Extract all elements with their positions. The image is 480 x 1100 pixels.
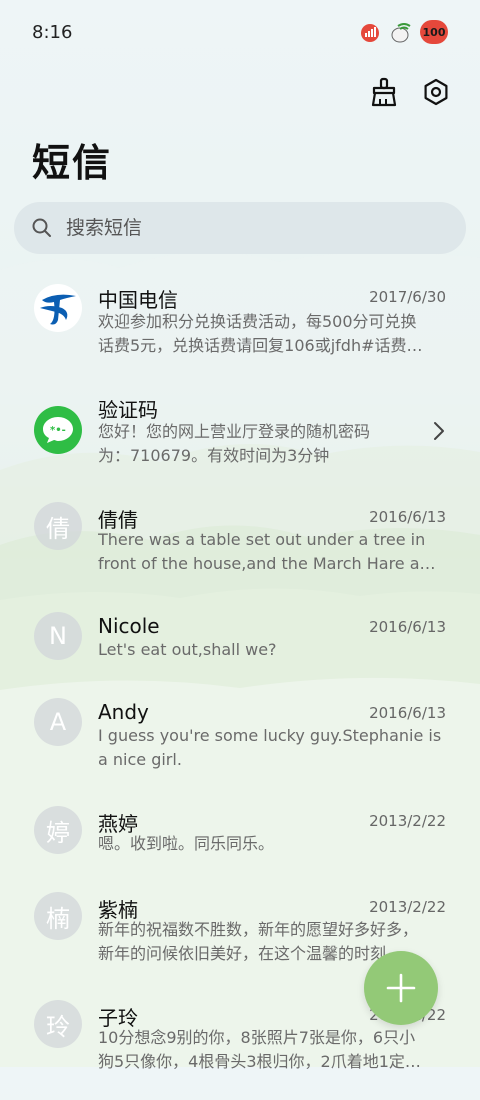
avatar: N [34,612,82,660]
conversation-row[interactable]: *•- 验证码 您好！您的网上营业厅登录的随机密码 为：710679。有效时间为… [0,392,480,492]
conversation-row[interactable]: 中国电信 2017/6/30 欢迎参加积分兑换话费活动，每500分可兑换 话费5… [0,282,480,382]
preview-line: 狗5只像你，4根骨头3根归你，2爪着地1定… [98,1052,421,1071]
preview-line: 10分想念9别的你，8张照片7张是你，6只小 [98,1028,416,1047]
conversation-row[interactable]: 婷 燕婷 2013/2/22 嗯。收到啦。同乐同乐。 [0,806,480,906]
conversation-name: Nicole [98,614,160,638]
new-message-button[interactable] [364,951,438,1025]
conversation-preview: 嗯。收到啦。同乐同乐。 [98,832,444,856]
message-avatar: *•- [34,406,82,454]
preview-line: There was a table set out under a tree i… [98,530,426,549]
page-title: 短信 [32,141,113,185]
preview-line: 欢迎参加积分兑换话费活动，每500分可兑换 [98,312,417,331]
conversation-row[interactable]: 倩 倩倩 2016/6/13 There was a table set out… [0,502,480,602]
status-time: 8:16 [32,22,73,43]
conversation-date: 2017/6/30 [369,288,446,306]
conversation-date: 2013/2/22 [369,812,446,830]
battery-level: 100 [422,25,446,39]
conversation-name: 验证码 [98,398,158,422]
preview-line: I guess you're some lucky guy.Stephanie … [98,726,442,745]
china-telecom-icon [40,294,76,325]
preview-line: front of the house,and the March Hare an… [98,554,444,573]
conversation-preview: 欢迎参加积分兑换话费活动，每500分可兑换 话费5元，兑换话费请回复106或jf… [98,310,444,358]
message-icon: *•- [43,417,73,443]
conversation-row[interactable]: N Nicole 2016/6/13 Let's eat out,shall w… [0,612,480,712]
conversation-name: 中国电信 [98,288,178,312]
svg-text:*•-: *•- [50,425,66,436]
search-icon [32,218,51,237]
avatar: 倩 [34,502,82,550]
avatar: 楠 [34,892,82,940]
avatar: A [34,698,82,746]
conversation-preview: There was a table set out under a tree i… [98,528,444,576]
status-bar: 8:16 100 [0,0,480,68]
preview-line: 为：710679。有效时间为3分钟 [98,446,330,465]
preview-line: a nice girl. [98,750,182,769]
clean-button[interactable] [368,76,400,108]
conversation-row[interactable]: A Andy 2016/6/13 I guess you're some luc… [0,698,480,798]
search-bar[interactable] [14,202,466,254]
preview-line: 您好！您的网上营业厅登录的随机密码 [98,422,371,441]
conversation-date: 2016/6/13 [369,618,446,636]
battery-icon: 100 [420,20,448,44]
preview-line: 话费5元，兑换话费请回复106或jfdh#话费… [98,336,423,355]
conversation-date: 2016/6/13 [369,704,446,722]
conversation-date: 2016/6/13 [369,508,446,526]
gear-icon [424,78,448,106]
wifi-icon [391,23,411,43]
avatar: 婷 [34,806,82,854]
signal-icon [361,24,379,42]
conversation-preview: I guess you're some lucky guy.Stephanie … [98,724,444,772]
china-telecom-logo [34,284,82,332]
preview-line: 新年的祝福数不胜数，新年的愿望好多好多， [98,920,419,939]
preview-line: Let's eat out,shall we? [98,640,277,659]
chevron-right-icon [434,422,444,440]
settings-button[interactable] [420,76,452,108]
search-input[interactable] [64,216,448,240]
conversation-preview: 您好！您的网上营业厅登录的随机密码 为：710679。有效时间为3分钟 [98,420,444,468]
conversation-preview: Let's eat out,shall we? [98,638,444,662]
avatar: 玲 [34,1000,82,1048]
preview-line: 嗯。收到啦。同乐同乐。 [98,834,275,853]
broom-icon [371,77,397,107]
conversation-date: 2013/2/22 [369,898,446,916]
plus-icon [386,973,416,1003]
conversation-name: Andy [98,700,149,724]
